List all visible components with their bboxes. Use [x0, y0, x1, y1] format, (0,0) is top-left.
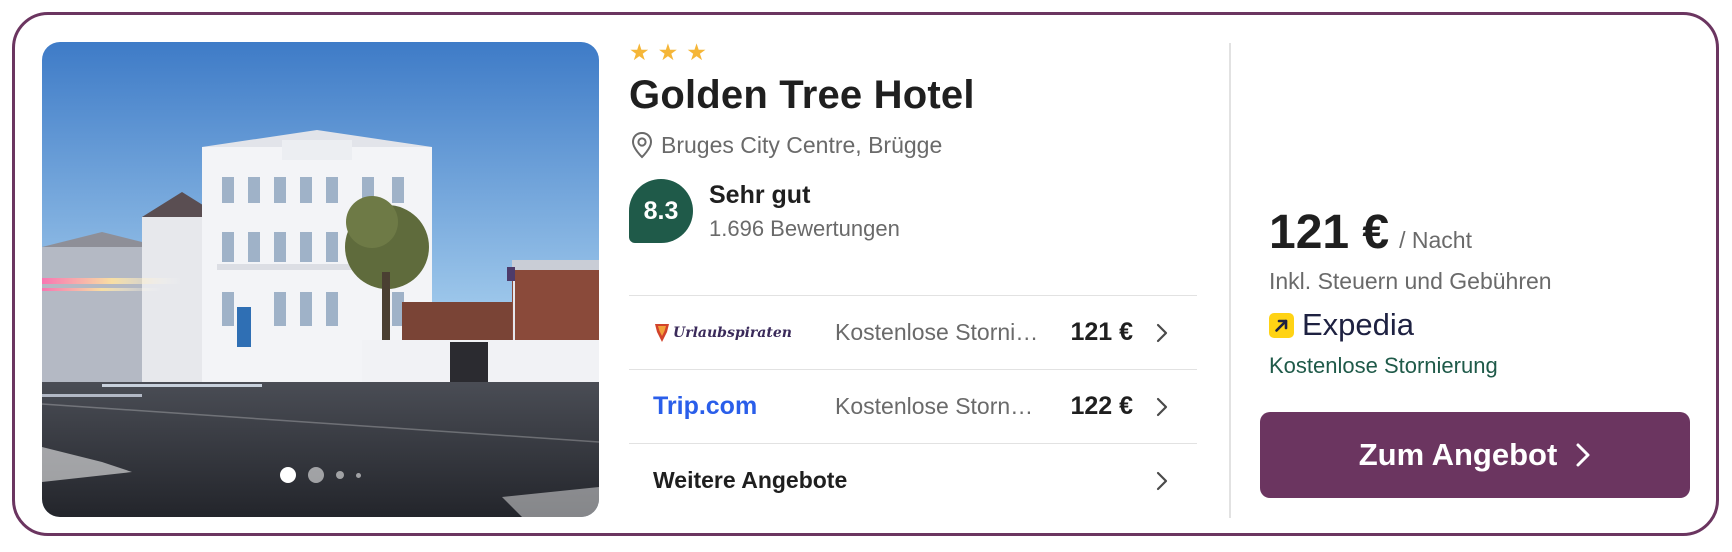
hotel-name[interactable]: Golden Tree Hotel [629, 73, 1197, 118]
free-cancellation-note: Kostenlose Stornierung [1269, 353, 1498, 378]
hotel-photo [42, 42, 599, 517]
star-icon: ★ [657, 39, 679, 65]
rating-label: Sehr gut [709, 180, 811, 209]
offer-price: 121 € [1070, 318, 1133, 346]
chevron-right-icon [1156, 471, 1168, 490]
chevron-right-icon [1576, 443, 1590, 467]
location-pin-icon [631, 131, 653, 159]
column-divider [1229, 43, 1231, 518]
provider-logo-urlaubspiraten: Urlaubspiraten [653, 322, 833, 344]
provider-name: Trip.com [653, 392, 758, 420]
best-offer-provider: Expedia [1269, 307, 1709, 343]
chevron-right-icon [1156, 323, 1168, 342]
best-price: 121 € [1269, 206, 1390, 259]
provider-name: Expedia [1302, 307, 1415, 342]
carousel-dot[interactable] [308, 467, 324, 483]
hotel-photo-carousel[interactable] [42, 42, 599, 517]
offers-list: Urlaubspiraten Kostenlose Storni… 121 € … [629, 295, 1197, 517]
expedia-arrow-icon [1269, 312, 1294, 338]
per-night-label: / Nacht [1399, 227, 1472, 253]
pirate-flag-icon [655, 323, 669, 342]
offer-cancellation: Kostenlose Storni… [835, 319, 1039, 345]
provider-logo-tripcom: Trip.com [653, 392, 833, 421]
chevron-right-icon [1156, 397, 1168, 416]
rating-score-badge: 8.3 [629, 179, 693, 243]
provider-name: Urlaubspiraten [673, 324, 792, 341]
carousel-dot[interactable] [336, 471, 344, 479]
offer-cancellation: Kostenlose Storn… [835, 393, 1034, 419]
star-icon: ★ [629, 39, 650, 65]
offer-row-urlaubspiraten[interactable]: Urlaubspiraten Kostenlose Storni… 121 € [629, 296, 1197, 370]
carousel-dot[interactable] [356, 472, 361, 478]
more-offers-link[interactable]: Weitere Angebote [629, 444, 1197, 517]
hotel-result-card: ★ ★ ★ Golden Tree Hotel Bruges City Centre… [12, 12, 1719, 536]
view-offer-button[interactable]: Zum Angebot [1260, 412, 1690, 498]
view-offer-label: Zum Angebot [1358, 437, 1558, 472]
rating-count: 1.696 Bewertungen [709, 215, 900, 241]
hotel-info: ★ ★ ★ Golden Tree Hotel Bruges City Centre… [629, 39, 1197, 243]
hotel-star-rating: ★ ★ ★ [629, 39, 1197, 65]
hotel-location[interactable]: Bruges City Centre, Brügge [629, 131, 1197, 159]
offer-row-tripcom[interactable]: Trip.com Kostenlose Storn… 122 € [629, 370, 1197, 444]
hotel-rating[interactable]: 8.3 Sehr gut 1.696 Bewertungen [629, 179, 1197, 243]
more-offers-label: Weitere Angebote [653, 467, 848, 493]
best-offer-panel: 121 € / Nacht Inkl. Steuern und Gebühren… [1269, 205, 1709, 379]
offer-price: 122 € [1070, 392, 1133, 420]
location-text: Bruges City Centre, Brügge [661, 131, 943, 158]
carousel-dot[interactable] [280, 467, 296, 483]
star-icon: ★ [686, 39, 707, 65]
taxes-note: Inkl. Steuern und Gebühren [1269, 268, 1552, 294]
carousel-dots [42, 467, 599, 483]
